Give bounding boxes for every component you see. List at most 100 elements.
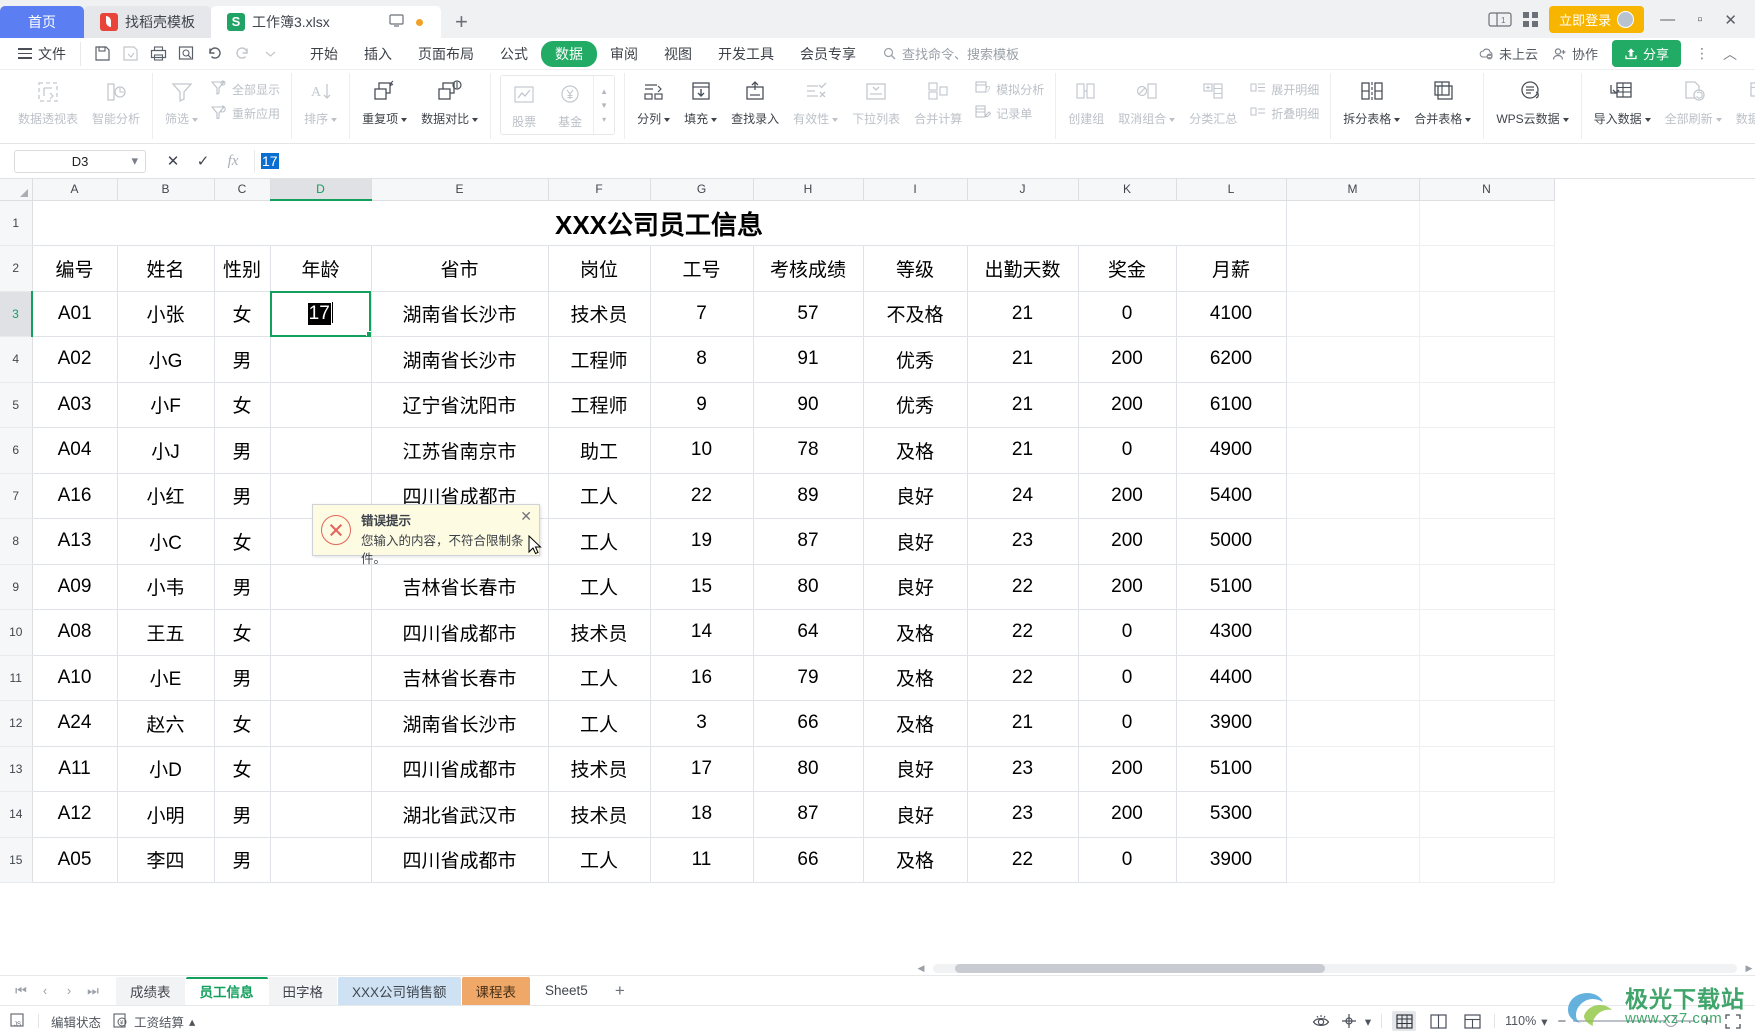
cell-L13[interactable]: 5100 — [1176, 746, 1287, 792]
cell-G6[interactable]: 10 — [650, 427, 754, 474]
cell-J14[interactable]: 23 — [967, 791, 1079, 838]
cell-N6[interactable] — [1419, 427, 1555, 474]
cell-M1[interactable] — [1286, 200, 1420, 246]
ribbon-dropdown-list[interactable]: 下拉列表 — [845, 73, 907, 127]
cell-G13[interactable]: 17 — [650, 746, 754, 792]
table-header-xingming[interactable]: 姓名 — [117, 245, 215, 292]
cell-B13[interactable]: 小D — [117, 746, 215, 792]
row-header-3[interactable]: 3 — [0, 291, 33, 337]
cell-I11[interactable]: 及格 — [863, 655, 968, 701]
cell-D10[interactable] — [270, 609, 372, 656]
cell-I9[interactable]: 良好 — [863, 564, 968, 610]
cell-J10[interactable]: 22 — [967, 609, 1079, 656]
maximize-button[interactable]: ▫ — [1691, 11, 1708, 28]
page-break-icon[interactable] — [1460, 1011, 1484, 1031]
cell-D6[interactable] — [270, 427, 372, 474]
row-header-8[interactable]: 8 — [0, 518, 33, 565]
cell-H11[interactable]: 79 — [753, 655, 864, 701]
spinner-up-icon[interactable]: ▲ — [597, 87, 611, 96]
cell-I8[interactable]: 良好 — [863, 518, 968, 565]
cell-G15[interactable]: 11 — [650, 837, 754, 883]
column-header-F[interactable]: F — [548, 179, 651, 201]
ribbon-duplicate[interactable]: 重复项 — [355, 73, 414, 127]
cell-K6[interactable]: 0 — [1078, 427, 1177, 474]
cell-L14[interactable]: 5300 — [1176, 791, 1287, 838]
tab-workbook3[interactable]: 工作簿3.xlsx — [211, 6, 441, 38]
cell-F5[interactable]: 工程师 — [548, 382, 651, 428]
cell-G7[interactable]: 22 — [650, 473, 754, 519]
cell-D12[interactable] — [270, 700, 372, 747]
cell-H10[interactable]: 64 — [753, 609, 864, 656]
cell-L15[interactable]: 3900 — [1176, 837, 1287, 883]
cell-M5[interactable] — [1286, 382, 1420, 428]
cell-E10[interactable]: 四川省成都市 — [371, 609, 549, 656]
cell-E12[interactable]: 湖南省长沙市 — [371, 700, 549, 747]
cell-G4[interactable]: 8 — [650, 336, 754, 383]
cell-G11[interactable]: 16 — [650, 655, 754, 701]
cell-A10[interactable]: A08 — [32, 609, 118, 656]
cell-G14[interactable]: 18 — [650, 791, 754, 838]
cell-A11[interactable]: A10 — [32, 655, 118, 701]
table-header-xingbie[interactable]: 性别 — [214, 245, 271, 292]
zoom-slider[interactable]: − + — [1557, 1013, 1711, 1030]
cell-F13[interactable]: 技术员 — [548, 746, 651, 792]
sheet-nav-last[interactable]: ⏭ — [82, 983, 104, 999]
ribbon-consolidate[interactable]: 合并计算 — [907, 73, 969, 127]
cell-L6[interactable]: 4900 — [1176, 427, 1287, 474]
layout-toggle-icon[interactable]: 1 — [1488, 12, 1512, 27]
cell-J5[interactable]: 21 — [967, 382, 1079, 428]
cell-H6[interactable]: 78 — [753, 427, 864, 474]
cell-A14[interactable]: A12 — [32, 791, 118, 838]
move-icon[interactable]: ▾ — [1341, 1013, 1371, 1029]
cell-E4[interactable]: 湖南省长沙市 — [371, 336, 549, 383]
sheet-tab-sheet5[interactable]: Sheet5 — [531, 979, 602, 1002]
menu-tab-view[interactable]: 视图 — [651, 41, 705, 67]
row-header-2[interactable]: 2 — [0, 245, 33, 292]
cell-H8[interactable]: 87 — [753, 518, 864, 565]
cell-L12[interactable]: 3900 — [1176, 700, 1287, 747]
ribbon-smart-analysis[interactable]: 智能分析 — [85, 73, 147, 127]
cell-D11[interactable] — [270, 655, 372, 701]
cell-F14[interactable]: 技术员 — [548, 791, 651, 838]
tab-home[interactable]: 首页 — [0, 6, 84, 38]
sheet-tab-kechengbiao[interactable]: 课程表 — [461, 976, 531, 1005]
cell-C6[interactable]: 男 — [214, 427, 271, 474]
ribbon-pivot-table[interactable]: 数据透视表 — [11, 73, 85, 127]
zoom-level-label[interactable]: 110% ▾ — [1505, 1014, 1547, 1029]
menu-tab-data[interactable]: 数据 — [541, 40, 597, 67]
ribbon-merge-table[interactable]: 合并表格 — [1407, 73, 1478, 127]
spinner-more-icon[interactable]: ▾ — [597, 115, 611, 124]
ribbon-subtotal[interactable]: 分类汇总 — [1182, 73, 1244, 127]
cell-M10[interactable] — [1286, 609, 1420, 656]
row-header-9[interactable]: 9 — [0, 564, 33, 610]
cell-B7[interactable]: 小红 — [117, 473, 215, 519]
ribbon-data-compare[interactable]: 数据对比 — [414, 73, 485, 127]
confirm-edit-button[interactable]: ✓ — [188, 149, 218, 173]
cell-J15[interactable]: 22 — [967, 837, 1079, 883]
new-tab-button[interactable]: + — [441, 9, 482, 38]
ribbon-refresh-all[interactable]: 全部刷新 — [1658, 73, 1729, 127]
menu-tab-insert[interactable]: 插入 — [351, 41, 405, 67]
cell-L7[interactable]: 5400 — [1176, 473, 1287, 519]
menu-tab-review[interactable]: 审阅 — [597, 41, 651, 67]
cell-F9[interactable]: 工人 — [548, 564, 651, 610]
cell-K4[interactable]: 200 — [1078, 336, 1177, 383]
cell-M15[interactable] — [1286, 837, 1420, 883]
column-header-D[interactable]: D — [270, 179, 372, 201]
row-header-12[interactable]: 12 — [0, 700, 33, 747]
ribbon-expand-detail[interactable]: 展开明细 — [1244, 78, 1325, 100]
normal-view-icon[interactable] — [1392, 1011, 1417, 1031]
cell-B14[interactable]: 小明 — [117, 791, 215, 838]
login-button[interactable]: 立即登录 — [1549, 6, 1645, 33]
cell-N1[interactable] — [1419, 200, 1555, 246]
column-header-I[interactable]: I — [863, 179, 968, 201]
cell-I7[interactable]: 良好 — [863, 473, 968, 519]
ribbon-data-proofread[interactable]: 数据校对 — [1729, 73, 1755, 127]
tab-find-template[interactable]: 找稻壳模板 — [84, 6, 211, 38]
cell-D9[interactable] — [270, 564, 372, 610]
cell-J7[interactable]: 24 — [967, 473, 1079, 519]
column-header-B[interactable]: B — [117, 179, 215, 201]
zoom-out-button[interactable]: − — [1557, 1013, 1566, 1030]
cell-C13[interactable]: 女 — [214, 746, 271, 792]
cell-A12[interactable]: A24 — [32, 700, 118, 747]
